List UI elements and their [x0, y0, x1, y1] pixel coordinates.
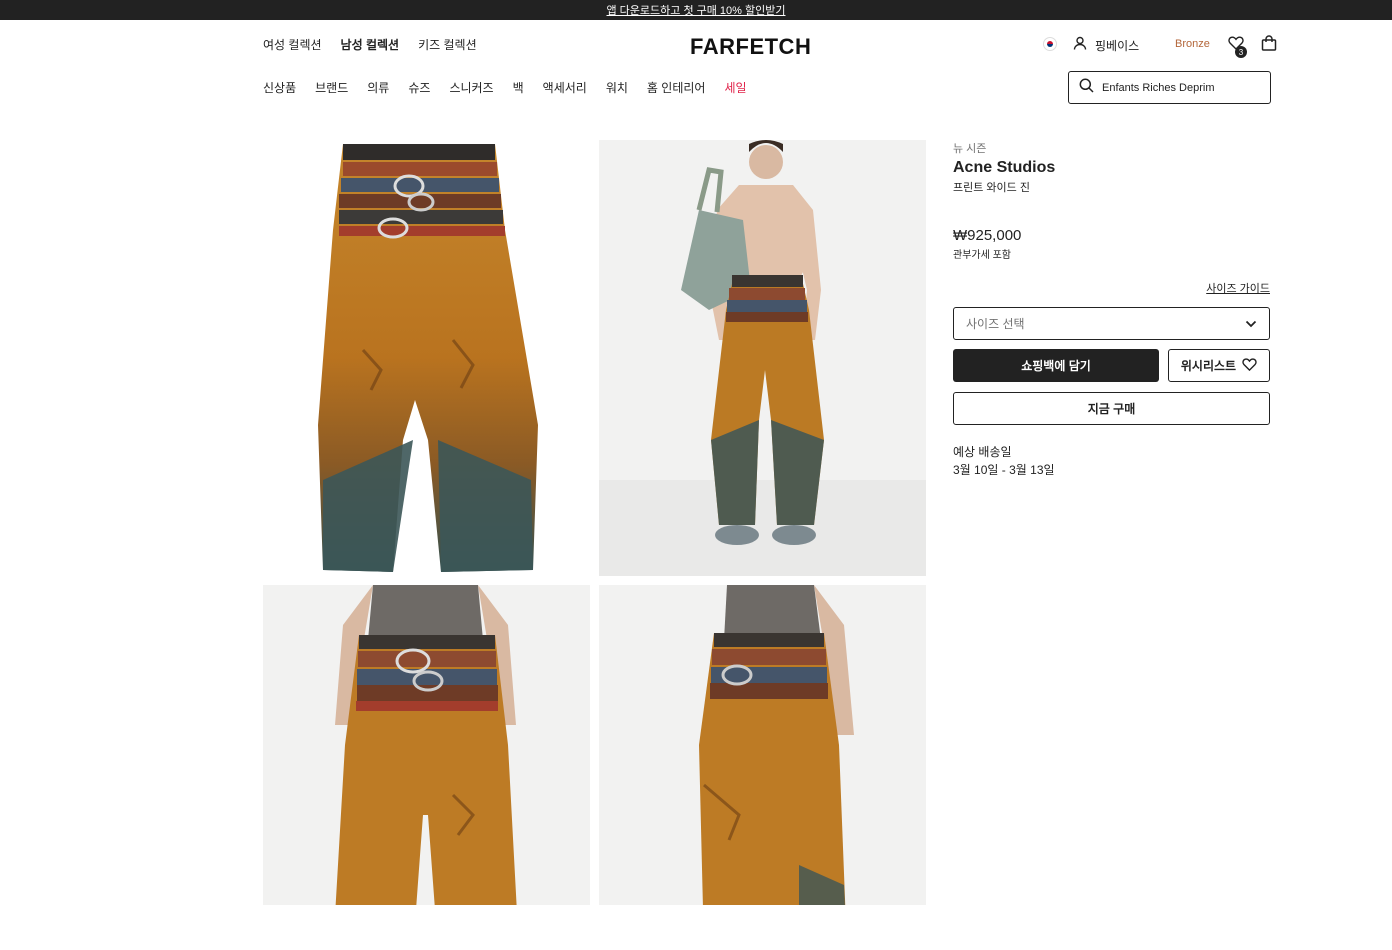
duty-note: 관부가세 포함	[953, 250, 1011, 261]
product-image-closeup-side[interactable]	[599, 585, 926, 905]
product-name: 프린트 와이드 진	[953, 182, 1030, 194]
gender-nav: 여성 컬렉션 남성 컬렉션 키즈 컬렉션	[263, 36, 477, 53]
product-details: 뉴 시즌 Acne Studios 프린트 와이드 진 ₩925,000 관부가…	[953, 140, 1270, 477]
tab-men[interactable]: 남성 컬렉션	[341, 36, 400, 53]
size-select-placeholder: 사이즈 선택	[966, 317, 1025, 331]
user-name[interactable]: 핑베이스	[1095, 37, 1139, 54]
tab-kids[interactable]: 키즈 컬렉션	[418, 36, 477, 53]
site-header: 여성 컬렉션 남성 컬렉션 키즈 컬렉션 FARFETCH 핑베이스 Bronz…	[0, 20, 1392, 72]
shopping-bag-icon[interactable]	[1261, 35, 1277, 54]
price: ₩925,000	[953, 227, 1022, 244]
tab-women[interactable]: 여성 컬렉션	[263, 36, 322, 53]
chevron-down-icon	[1245, 317, 1257, 331]
cat-shoes[interactable]: 슈즈	[408, 79, 430, 96]
category-nav: 신상품 브랜드 의류 슈즈 스니커즈 백 액세서리 워치 홈 인테리어 세일	[263, 79, 747, 96]
season-label: 뉴 시즌	[953, 143, 987, 155]
user-icon[interactable]	[1073, 36, 1087, 53]
cat-brands[interactable]: 브랜드	[315, 79, 348, 96]
cat-clothing[interactable]: 의류	[367, 79, 389, 96]
cat-sneakers[interactable]: 스니커즈	[449, 79, 493, 96]
size-select[interactable]: 사이즈 선택	[953, 307, 1270, 340]
delivery-label: 예상 배송일	[953, 445, 1012, 459]
cat-watches[interactable]: 워치	[606, 79, 628, 96]
delivery-dates: 3월 10일 - 3월 13일	[953, 463, 1055, 477]
cat-home[interactable]: 홈 인테리어	[647, 79, 706, 96]
brand-name[interactable]: Acne Studios	[953, 159, 1270, 177]
size-guide-link[interactable]: 사이즈 가이드	[1206, 280, 1270, 296]
promo-text[interactable]: 앱 다운로드하고 첫 구매 10% 할인받기	[607, 2, 786, 18]
farfetch-logo[interactable]: FARFETCH	[690, 34, 811, 60]
membership-tier[interactable]: Bronze	[1175, 38, 1210, 50]
cat-sale[interactable]: 세일	[724, 79, 746, 96]
search-icon[interactable]	[1079, 78, 1094, 98]
wishlist-count-badge: 3	[1235, 46, 1247, 58]
search-input[interactable]	[1102, 81, 1252, 94]
buy-now-button[interactable]: 지금 구매	[953, 392, 1270, 425]
heart-icon	[1242, 357, 1257, 374]
cat-new-in[interactable]: 신상품	[263, 79, 296, 96]
cat-bags[interactable]: 백	[513, 79, 524, 96]
promo-banner[interactable]: 앱 다운로드하고 첫 구매 10% 할인받기	[0, 0, 1392, 20]
product-image-front[interactable]	[263, 140, 590, 576]
product-image-closeup-front[interactable]	[263, 585, 590, 905]
add-to-bag-button[interactable]: 쇼핑백에 담기	[953, 349, 1159, 382]
wishlist-button-label: 위시리스트	[1180, 359, 1237, 373]
cat-accessories[interactable]: 액세서리	[543, 79, 587, 96]
korea-flag-icon[interactable]	[1043, 37, 1057, 51]
search-box[interactable]	[1068, 71, 1271, 104]
product-image-model-full[interactable]	[599, 140, 926, 576]
wishlist-button[interactable]: 위시리스트	[1168, 349, 1270, 382]
